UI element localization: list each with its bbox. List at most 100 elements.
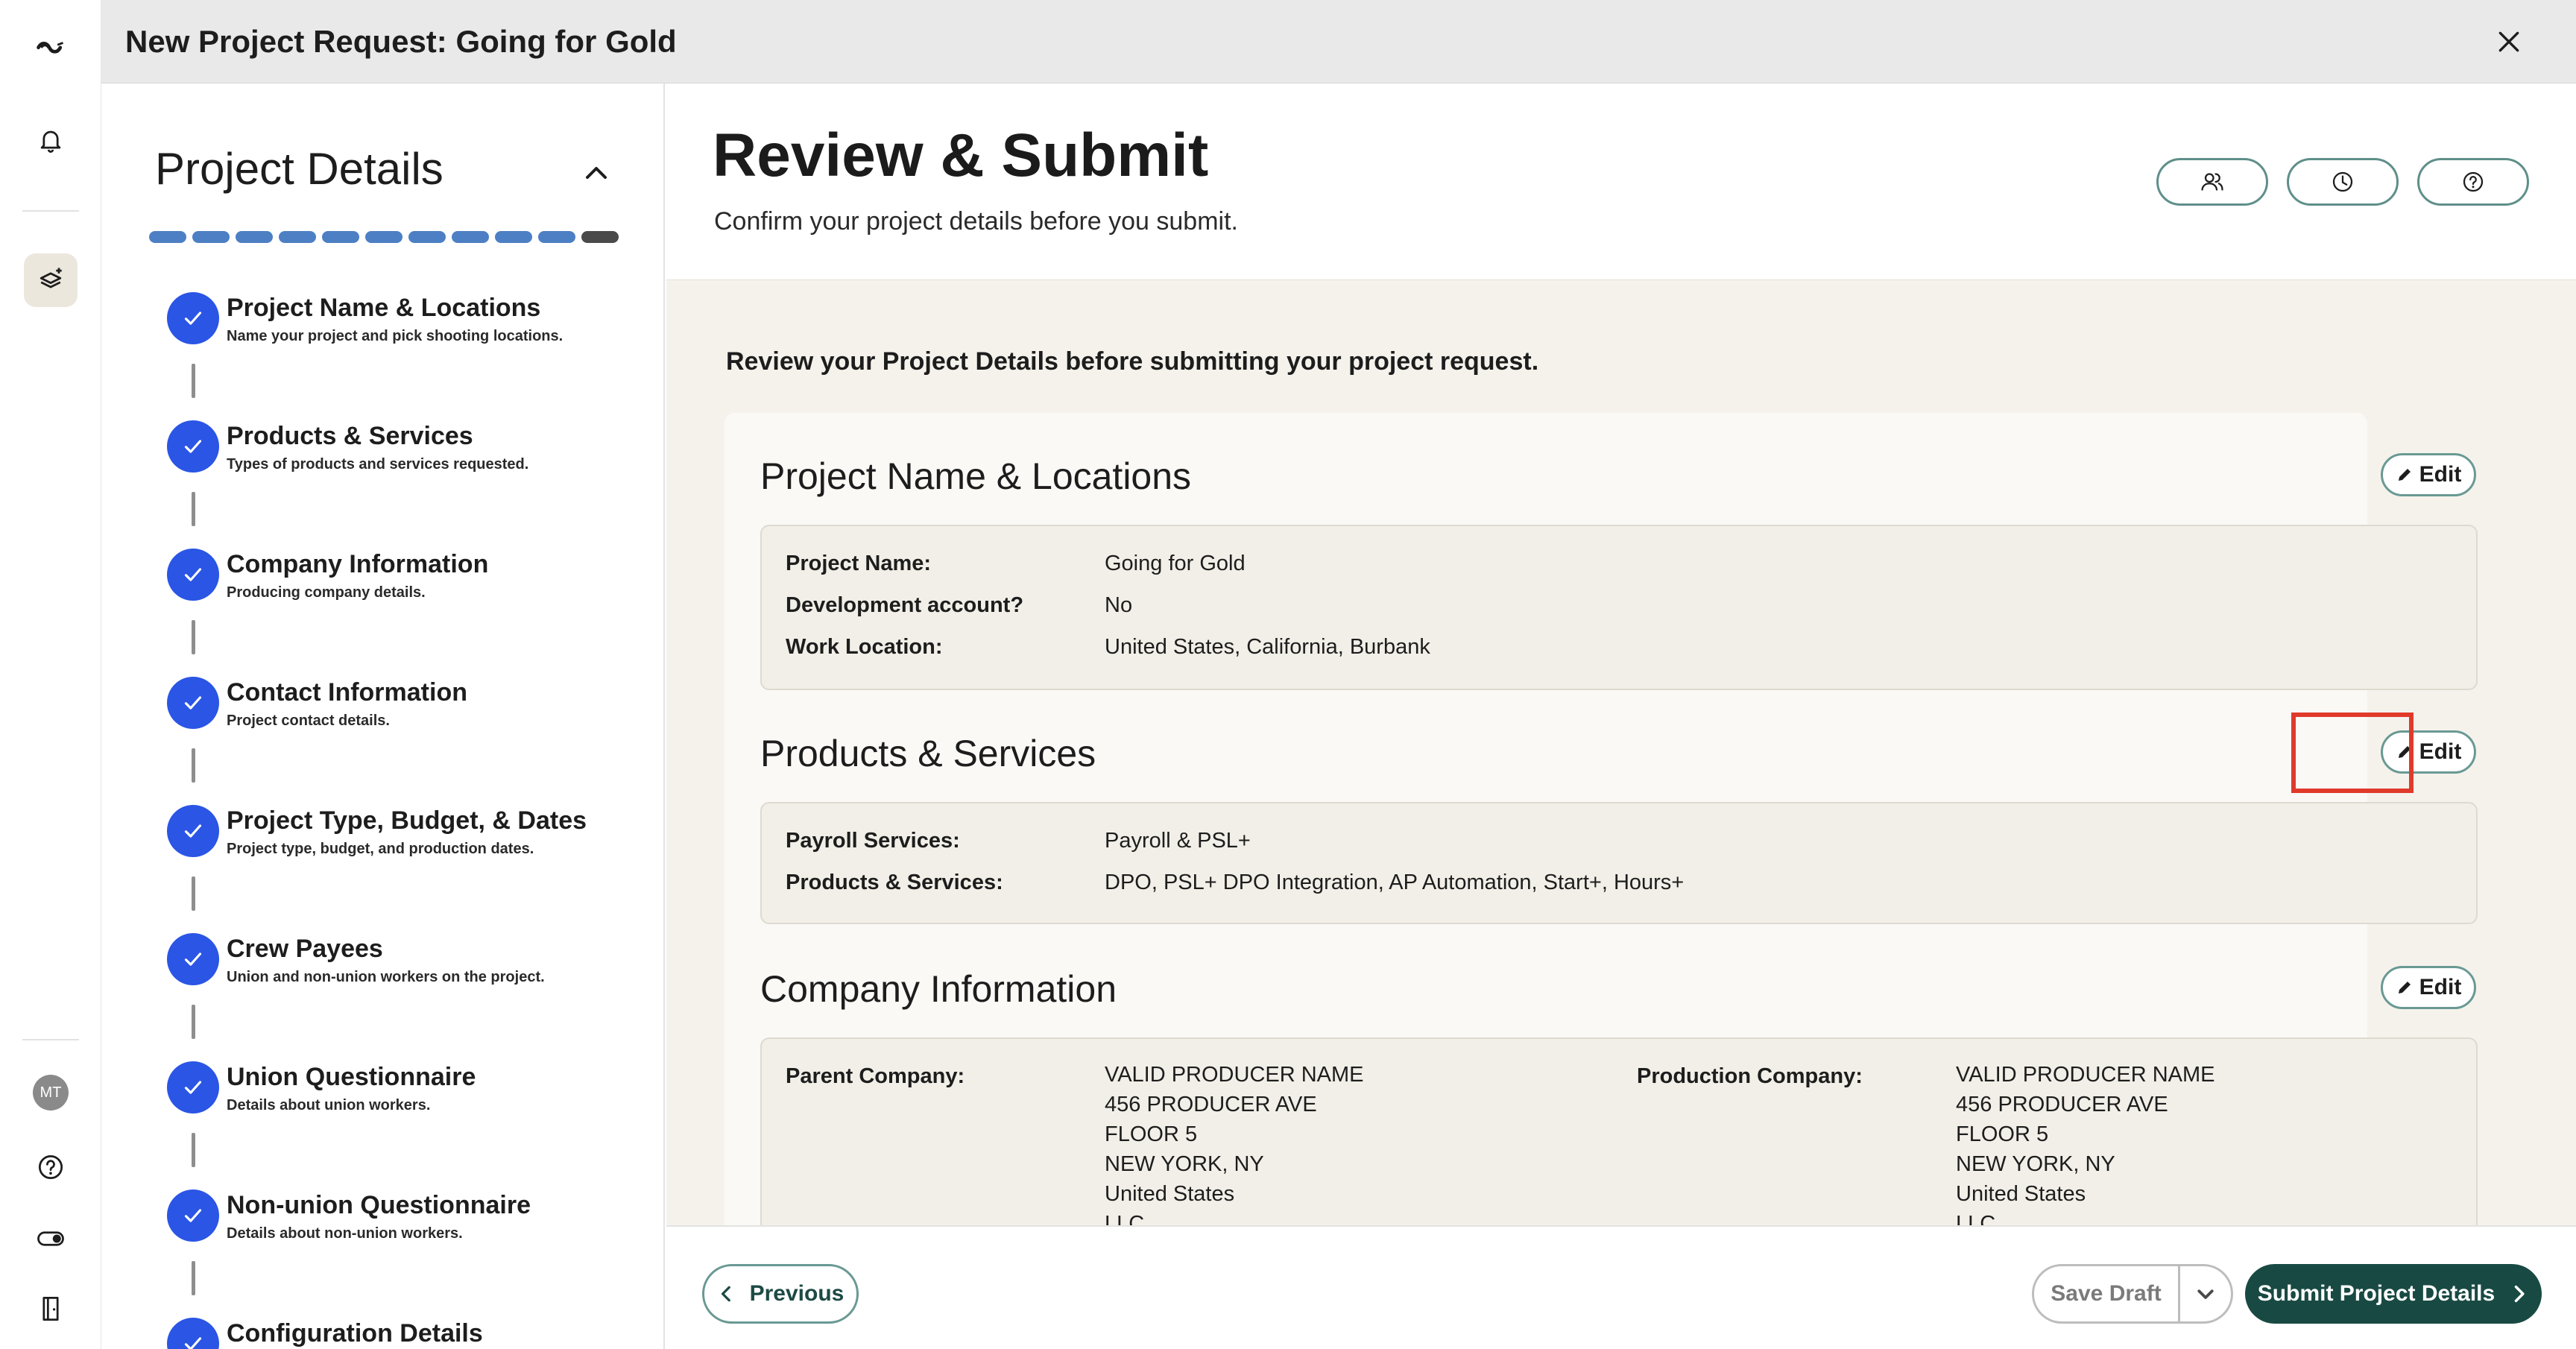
progress-segment — [538, 231, 575, 243]
detail-value: No — [1105, 593, 1133, 617]
step-project-type-budget-dates[interactable]: Project Type, Budget, & Dates Project ty… — [167, 805, 644, 911]
progress-segment — [581, 231, 619, 243]
project-details-box: Project Name: Going for Gold Development… — [760, 525, 2478, 690]
step-connector — [192, 1261, 195, 1295]
step-description: Types of products and services requested… — [227, 456, 529, 473]
pencil-icon — [2398, 982, 2411, 993]
check-icon — [167, 420, 219, 473]
app-logo-icon[interactable] — [21, 16, 80, 76]
submit-label: Submit Project Details — [2257, 1281, 2496, 1306]
rail-divider — [22, 1039, 79, 1040]
step-label: Contact Information — [227, 678, 467, 707]
address-line: FLOOR 5 — [1105, 1122, 1198, 1146]
steps-sidebar: Project Details Project Name & Locations… — [101, 83, 665, 1349]
review-card: Project Name & Locations Edit Project Na… — [724, 413, 2478, 1225]
help-button[interactable] — [2417, 158, 2529, 206]
detail-value: Payroll & PSL+ — [1105, 829, 1251, 853]
check-icon — [167, 805, 219, 857]
production-company-address: VALID PRODUCER NAME 456 PRODUCER AVE FLO… — [1956, 1060, 2215, 1225]
step-company-information[interactable]: Company Information Producing company de… — [167, 549, 644, 654]
step-label: Non-union Questionnaire — [227, 1191, 531, 1219]
progress-segment — [365, 231, 402, 243]
check-icon — [167, 677, 219, 729]
step-non-union-questionnaire[interactable]: Non-union Questionnaire Details about no… — [167, 1190, 644, 1295]
step-label: Company Information — [227, 550, 489, 578]
step-label: Products & Services — [227, 422, 473, 450]
address-line: LLC — [1956, 1212, 1996, 1225]
submit-project-button[interactable]: Submit Project Details — [2245, 1264, 2542, 1324]
edit-company-button[interactable]: Edit — [2381, 966, 2476, 1009]
step-description: Project contact details. — [227, 713, 390, 729]
step-project-name-locations[interactable]: Project Name & Locations Name your proje… — [167, 292, 644, 398]
save-draft-group: Save Draft — [2032, 1264, 2233, 1324]
save-draft-button[interactable]: Save Draft — [2034, 1266, 2180, 1321]
history-button[interactable] — [2287, 158, 2399, 206]
users-icon — [2201, 173, 2223, 191]
progress-segment — [495, 231, 532, 243]
detail-key: Project Name: — [786, 552, 932, 575]
section-title-project: Project Name & Locations — [760, 455, 1192, 497]
edit-label: Edit — [2419, 739, 2462, 764]
progress-segment — [149, 231, 186, 243]
step-products-services[interactable]: Products & Services Types of products an… — [167, 420, 644, 526]
detail-key: Products & Services: — [786, 871, 1003, 894]
detail-value: Going for Gold — [1105, 552, 1246, 575]
step-description: Union and non-union workers on the proje… — [227, 969, 545, 985]
help-circle-icon — [2463, 171, 2484, 192]
logout-door-icon[interactable] — [21, 1279, 80, 1339]
previous-button[interactable]: Previous — [702, 1264, 859, 1324]
layers-add-icon[interactable] — [24, 253, 78, 307]
step-description: Details about non-union workers. — [227, 1225, 463, 1242]
avatar: MT — [33, 1075, 69, 1111]
check-icon — [167, 933, 219, 985]
step-connector — [192, 620, 195, 654]
rail-divider — [22, 210, 79, 212]
chevron-left-icon — [721, 1286, 730, 1302]
step-contact-information[interactable]: Contact Information Project contact deta… — [167, 677, 644, 783]
user-avatar[interactable]: MT — [21, 1063, 80, 1122]
edit-project-button[interactable]: Edit — [2381, 453, 2476, 496]
review-content: Review your Project Details before submi… — [666, 280, 2576, 1225]
address-line: FLOOR 5 — [1956, 1122, 2049, 1146]
step-label: Crew Payees — [227, 935, 383, 963]
parent-company-address: VALID PRODUCER NAME 456 PRODUCER AVE FLO… — [1105, 1060, 1364, 1225]
step-configuration-details[interactable]: Configuration Details — [167, 1318, 644, 1349]
chevron-up-icon[interactable] — [578, 155, 614, 191]
check-icon — [167, 1061, 219, 1113]
step-description: Name your project and pick shooting loca… — [227, 328, 564, 344]
section-title-company: Company Information — [760, 968, 1117, 1010]
step-crew-payees[interactable]: Crew Payees Union and non-union workers … — [167, 933, 644, 1039]
window-title: New Project Request: Going for Gold — [125, 23, 677, 59]
edit-label: Edit — [2419, 975, 2462, 999]
clock-icon — [2332, 171, 2353, 192]
progress-segment — [279, 231, 316, 243]
progress-segment — [408, 231, 446, 243]
progress-segment — [322, 231, 359, 243]
address-line: NEW YORK, NY — [1105, 1152, 1264, 1176]
previous-label: Previous — [749, 1281, 845, 1306]
step-progress-bar — [149, 231, 619, 243]
step-label: Union Questionnaire — [227, 1063, 476, 1091]
address-line: 456 PRODUCER AVE — [1956, 1093, 2168, 1116]
step-connector — [192, 1005, 195, 1039]
chevron-right-icon — [2514, 1285, 2525, 1303]
step-connector — [192, 876, 195, 911]
step-label: Project Type, Budget, & Dates — [227, 806, 587, 835]
detail-key: Work Location: — [786, 635, 943, 659]
edit-label: Edit — [2419, 462, 2462, 487]
save-options-dropdown[interactable] — [2180, 1283, 2231, 1305]
check-icon — [167, 292, 219, 344]
collaborators-button[interactable] — [2156, 158, 2268, 206]
close-button[interactable] — [2487, 19, 2531, 64]
bell-icon[interactable] — [21, 110, 80, 170]
step-description: Project type, budget, and production dat… — [227, 841, 534, 857]
address-line: LLC — [1105, 1212, 1145, 1225]
chevron-down-icon — [2197, 1289, 2214, 1299]
toggle-icon[interactable] — [21, 1209, 80, 1269]
help-icon[interactable] — [21, 1137, 80, 1197]
step-union-questionnaire[interactable]: Union Questionnaire Details about union … — [167, 1061, 644, 1167]
progress-segment — [192, 231, 230, 243]
main-header: Review & Submit Confirm your project det… — [666, 83, 2576, 280]
step-connector — [192, 1133, 195, 1167]
company-details-box: Parent Company: VALID PRODUCER NAME 456 … — [760, 1037, 2478, 1225]
